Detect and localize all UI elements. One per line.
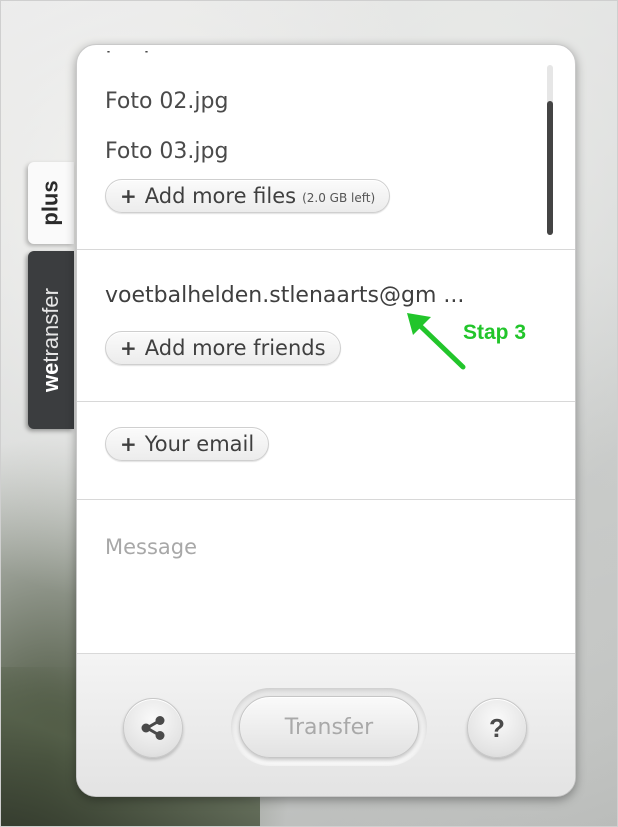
plus-icon: + bbox=[120, 432, 137, 456]
share-icon bbox=[141, 716, 165, 740]
help-button[interactable]: ? bbox=[467, 698, 527, 758]
annotation-label: Stap 3 bbox=[463, 321, 527, 344]
message-placeholder: Message bbox=[105, 535, 198, 559]
message-input[interactable] bbox=[77, 499, 575, 653]
friends-section: voetbalhelden.stlenaarts@gm ... + Add mo… bbox=[77, 249, 575, 402]
wetransfer-logo: wetransfer bbox=[38, 288, 64, 392]
file-item-partial: · · bbox=[105, 51, 162, 65]
action-footer: Transfer ? bbox=[77, 653, 575, 796]
message-section: Message bbox=[77, 499, 575, 653]
add-more-files-button[interactable]: + Add more files (2.0 GB left) bbox=[105, 179, 391, 213]
add-more-files-label: Add more files bbox=[144, 184, 297, 208]
files-section: · · Foto 02.jpg Foto 03.jpg + Add more f… bbox=[77, 45, 575, 250]
your-email-button[interactable]: + Your email bbox=[105, 427, 270, 461]
files-scrollbar[interactable] bbox=[547, 65, 553, 235]
plus-icon: + bbox=[120, 336, 137, 360]
help-icon: ? bbox=[489, 712, 505, 743]
transfer-panel: · · Foto 02.jpg Foto 03.jpg + Add more f… bbox=[76, 44, 576, 797]
share-button[interactable] bbox=[123, 698, 183, 758]
tab-plus[interactable]: plus bbox=[28, 162, 74, 244]
tab-wetransfer[interactable]: wetransfer bbox=[28, 251, 74, 429]
plus-icon: + bbox=[120, 184, 137, 208]
add-more-friends-label: Add more friends bbox=[144, 336, 326, 360]
scrollbar-thumb[interactable] bbox=[547, 101, 553, 235]
space-left-label: (2.0 GB left) bbox=[302, 191, 376, 205]
file-item: Foto 02.jpg bbox=[105, 89, 229, 114]
file-item: Foto 03.jpg bbox=[105, 139, 229, 164]
transfer-button[interactable]: Transfer bbox=[239, 696, 419, 758]
add-more-friends-button[interactable]: + Add more friends bbox=[105, 331, 341, 365]
friend-email[interactable]: voetbalhelden.stlenaarts@gm ... bbox=[105, 283, 464, 308]
your-email-label: Your email bbox=[144, 432, 255, 456]
tab-plus-label: plus bbox=[37, 180, 63, 226]
transfer-button-well: Transfer bbox=[231, 688, 427, 766]
your-email-section: + Your email bbox=[77, 401, 575, 500]
